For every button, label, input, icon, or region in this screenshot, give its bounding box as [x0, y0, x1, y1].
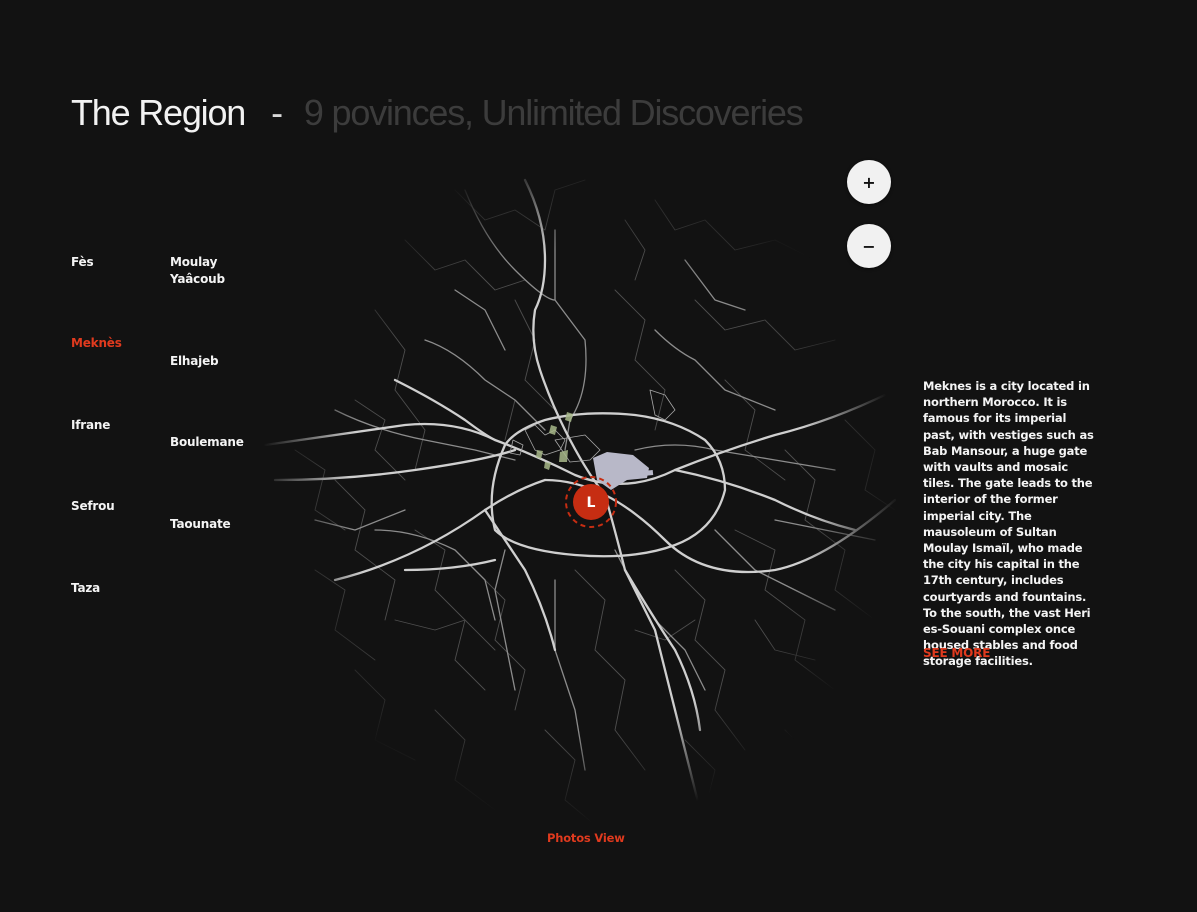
- plus-icon: +: [862, 172, 876, 192]
- province-taza[interactable]: Taza: [71, 580, 100, 597]
- page-title: The Region - 9 povinces, Unlimited Disco…: [71, 92, 804, 142]
- minus-icon: −: [862, 236, 876, 256]
- zoom-in-button[interactable]: +: [847, 160, 891, 204]
- province-moulay-yaacoub[interactable]: Moulay Yaâcoub: [170, 254, 240, 288]
- zoom-out-button[interactable]: −: [847, 224, 891, 268]
- title-subtitle: 9 povinces, Unlimited Discoveries: [303, 92, 804, 133]
- province-sefrou[interactable]: Sefrou: [71, 498, 115, 515]
- see-more-link[interactable]: SEE MORE: [923, 646, 990, 660]
- road-network: L: [263, 178, 897, 830]
- title-separator: -: [271, 92, 283, 133]
- title-main: The Region: [71, 92, 246, 133]
- province-fes[interactable]: Fès: [71, 254, 94, 271]
- province-ifrane[interactable]: Ifrane: [71, 417, 110, 434]
- region-map[interactable]: L: [255, 150, 905, 830]
- photos-view-link[interactable]: Photos View: [547, 831, 625, 845]
- province-taounate[interactable]: Taounate: [170, 516, 231, 533]
- province-elhajeb[interactable]: Elhajeb: [170, 353, 219, 370]
- province-description: Meknes is a city located in northern Mor…: [923, 379, 1094, 669]
- province-boulemane[interactable]: Boulemane: [170, 434, 244, 451]
- marker-label: L: [587, 495, 596, 511]
- province-meknes[interactable]: Meknès: [71, 335, 122, 352]
